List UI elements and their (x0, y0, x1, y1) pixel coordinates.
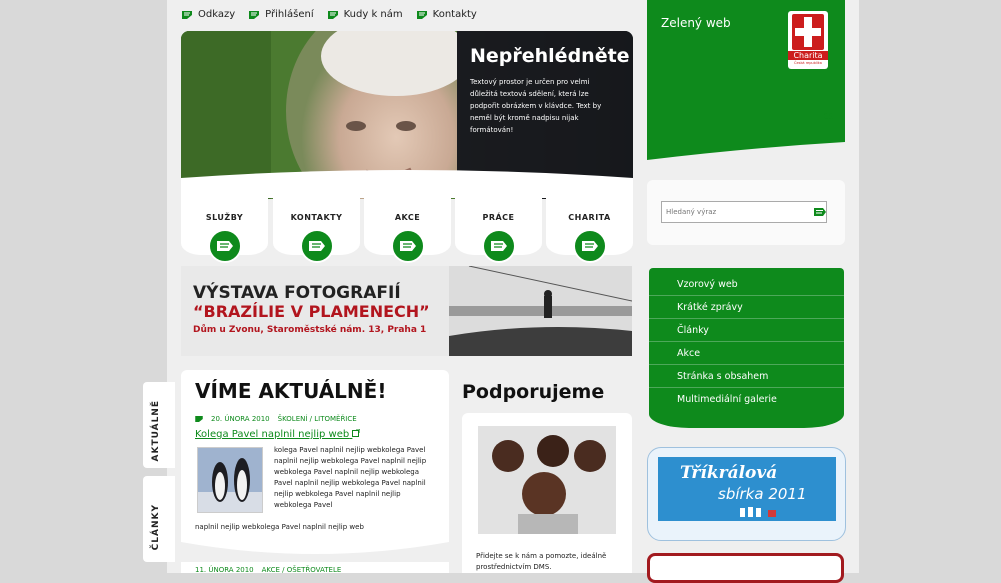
support-title: Podporujeme (462, 381, 605, 403)
sidetab-clanky[interactable]: ČLÁNKY (143, 476, 175, 562)
search-submit-icon[interactable] (814, 207, 826, 217)
tile-charita[interactable]: CHARITA (546, 193, 633, 263)
tile-prace[interactable]: PRÁCE (455, 193, 542, 263)
promo-box-red[interactable] (647, 553, 844, 583)
main-menu: Vzorový web Krátké zprávy Články Akce St… (649, 268, 844, 428)
hero-text: Textový prostor je určen pro velmi důlež… (470, 78, 602, 134)
trikralova-subtitle: sbírka 2011 (718, 485, 807, 503)
header-curve (647, 142, 845, 168)
logo-subtext: Česká republika (794, 61, 822, 65)
leaf-icon (182, 10, 192, 19)
hero-title: Nepřehlédněte (470, 45, 630, 67)
news-thumbnail-penguins[interactable] (197, 447, 263, 513)
three-kings-icon (740, 507, 776, 517)
top-navigation: Odkazy Přihlášení Kudy k nám Kontakty (182, 9, 477, 20)
topnav-prihlaseni[interactable]: Přihlášení (249, 9, 314, 20)
topnav-label: Kontakty (432, 9, 477, 20)
tile-akce[interactable]: AKCE (364, 193, 451, 263)
search-input[interactable] (661, 201, 827, 223)
topnav-kudy-k-nam[interactable]: Kudy k nám (327, 9, 403, 20)
arrow-button[interactable] (482, 229, 516, 263)
site-name[interactable]: Zelený web (661, 16, 731, 30)
arrow-button[interactable] (391, 229, 425, 263)
leaf-arrow-icon (309, 241, 325, 251)
logo-text: Charita (788, 51, 828, 60)
news-excerpt: kolega Pavel naplnil nejlip webkolega Pa… (274, 446, 427, 509)
news-title: VÍME AKTUÁLNĚ! (195, 379, 387, 403)
tile-kontakty[interactable]: KONTAKTY (273, 193, 360, 263)
sidetab-label: AKTUÁLNĚ (151, 400, 161, 462)
support-box: Přidejte se k nám a pomozte, ideálně pro… (462, 413, 632, 573)
exhibition-banner[interactable]: VÝSTAVA FOTOGRAFIÍ “BRAZÍLIE V PLAMENECH… (181, 266, 632, 356)
leaf-arrow-icon (582, 241, 598, 251)
banner-subtitle: “BRAZÍLIE V PLAMENECH” (193, 302, 430, 321)
news-date: 20. ÚNORA 2010 (211, 415, 270, 423)
menu-item-vzorovy-web[interactable]: Vzorový web (649, 274, 844, 296)
language-switch[interactable]: CS (823, 112, 834, 121)
news-link-text: Kolega Pavel naplnil nejlip web (195, 429, 350, 440)
external-link-icon (352, 428, 361, 437)
leaf-icon (416, 10, 427, 19)
tile-label: AKCE (394, 213, 421, 222)
topnav-odkazy[interactable]: Odkazy (182, 9, 235, 20)
news-meta: 20. ÚNORA 2010 ŠKOLENÍ / LITOMĚŘICE (195, 415, 357, 423)
news-excerpt-continued: naplnil nejlip webkolega Pavel naplnil n… (195, 523, 364, 531)
trikralova-title: Tříkrálová (680, 463, 778, 483)
banner-title: VÝSTAVA FOTOGRAFIÍ (193, 283, 401, 303)
charita-logo[interactable]: Charita Česká republika (788, 11, 828, 69)
tile-label: KONTAKTY (290, 213, 343, 222)
topnav-label: Přihlášení (265, 9, 314, 20)
news-divider-curve (181, 542, 449, 562)
topnav-kontakty[interactable]: Kontakty (416, 9, 477, 20)
support-photo[interactable] (478, 426, 616, 534)
sidetab-label: ČLÁNKY (151, 504, 161, 551)
menu-item-stranka-s-obsahem[interactable]: Stránka s obsahem (649, 366, 844, 388)
sidetab-aktualne[interactable]: AKTUÁLNĚ (143, 382, 175, 468)
arrow-button[interactable] (300, 229, 334, 263)
news-category[interactable]: ŠKOLENÍ / LITOMĚŘICE (278, 415, 357, 423)
leaf-icon (249, 10, 260, 19)
leaf-arrow-icon (400, 241, 416, 251)
arrow-button[interactable] (208, 229, 242, 263)
leaf-icon (195, 416, 203, 422)
tile-label: PRÁCE (482, 213, 515, 222)
news-box: VÍME AKTUÁLNĚ! 20. ÚNORA 2010 ŠKOLENÍ / … (181, 370, 449, 574)
tile-label: CHARITA (568, 213, 611, 222)
leaf-icon (327, 10, 338, 19)
menu-item-kratke-zpravy[interactable]: Krátké zprávy (649, 297, 844, 319)
support-text: Přidejte se k nám a pomozte, ideálně pro… (476, 552, 607, 571)
leaf-arrow-icon (491, 241, 507, 251)
charita-cross-icon (792, 14, 824, 50)
trikralova-inner: Tříkrálová sbírka 2011 (658, 457, 836, 521)
topnav-label: Kudy k nám (343, 9, 403, 20)
news-article-link[interactable]: Kolega Pavel naplnil nejlip web (195, 428, 361, 440)
leaf-arrow-icon (217, 241, 233, 251)
banner-photo (449, 266, 632, 356)
banner-address: Dům u Zvonu, Staroměstské nám. 13, Praha… (193, 325, 427, 335)
menu-item-akce[interactable]: Akce (649, 343, 844, 365)
arrow-button[interactable] (573, 229, 607, 263)
tile-label: SLUŽBY (205, 213, 244, 222)
menu-item-multimedialni-galerie[interactable]: Multimediální galerie (649, 389, 844, 411)
topnav-label: Odkazy (198, 9, 236, 20)
tile-sluzby[interactable]: SLUŽBY (181, 193, 268, 263)
service-tiles: SLUŽBY KONTAKTY AKCE PRÁCE CHARITA (181, 185, 633, 265)
menu-item-clanky[interactable]: Články (649, 320, 844, 342)
trikralova-sbirka-banner[interactable]: Tříkrálová sbírka 2011 (647, 447, 846, 541)
